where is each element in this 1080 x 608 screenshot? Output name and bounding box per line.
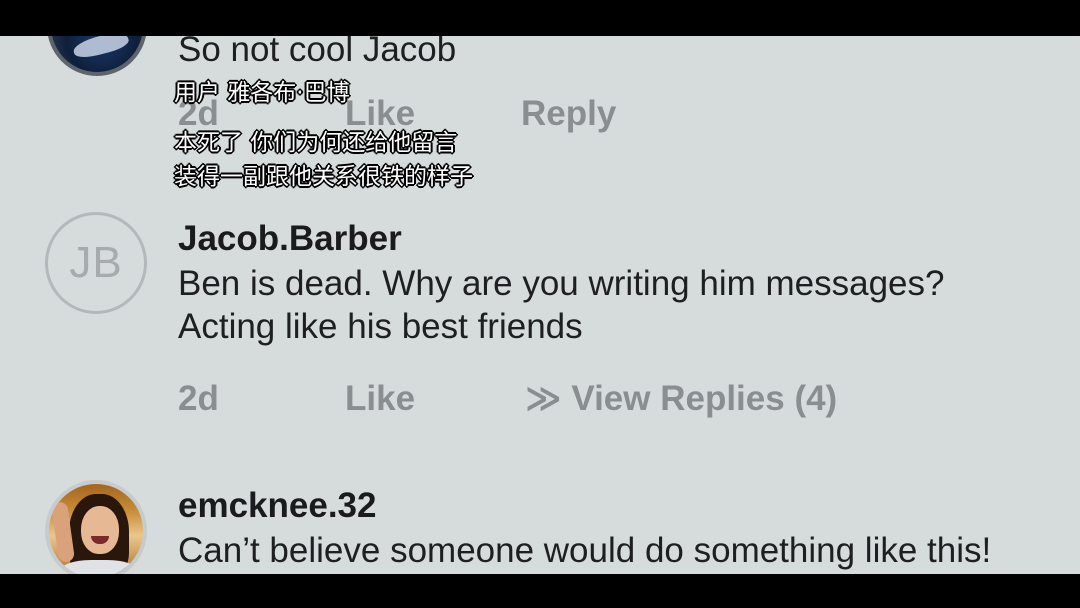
subtitle-line: 用户 雅各布·巴博 <box>174 80 350 106</box>
reply-button[interactable]: Reply <box>521 94 616 134</box>
avatar-initials: JB <box>69 238 123 287</box>
comment-text-line: Acting like his best friends <box>178 307 583 346</box>
letterbox-top <box>0 0 1080 36</box>
comment-text: Can’t believe someone would do something… <box>178 531 992 570</box>
like-button[interactable]: Like <box>345 94 415 134</box>
comment-username[interactable]: emcknee.32 <box>178 486 376 526</box>
comments-screen: So not cool Jacob 2d Like Reply JB Jacob… <box>0 36 1080 574</box>
comment-text-line: Ben is dead. Why are you writing him mes… <box>178 264 945 303</box>
avatar[interactable]: JB <box>45 212 147 314</box>
like-button[interactable]: Like <box>345 379 415 419</box>
comment-username[interactable]: Jacob.Barber <box>178 219 402 259</box>
avatar-image <box>71 36 131 61</box>
avatar-shirt <box>59 560 139 574</box>
subtitle-line: 本死了 你们为何还给他留言 <box>174 130 458 156</box>
comment-text: Ben is dead. Why are you writing him mes… <box>178 262 944 348</box>
avatar[interactable] <box>45 480 147 574</box>
avatar-face <box>81 506 119 554</box>
video-frame: So not cool Jacob 2d Like Reply JB Jacob… <box>0 0 1080 608</box>
comment-text: So not cool Jacob <box>178 36 457 69</box>
letterbox-bottom <box>0 574 1080 608</box>
subtitle-line: 装得一副跟他关系很铁的样子 <box>174 164 473 190</box>
view-replies-button[interactable]: ≫ View Replies (4) <box>525 379 837 419</box>
comment-timestamp: 2d <box>178 379 219 418</box>
avatar[interactable] <box>47 36 147 76</box>
